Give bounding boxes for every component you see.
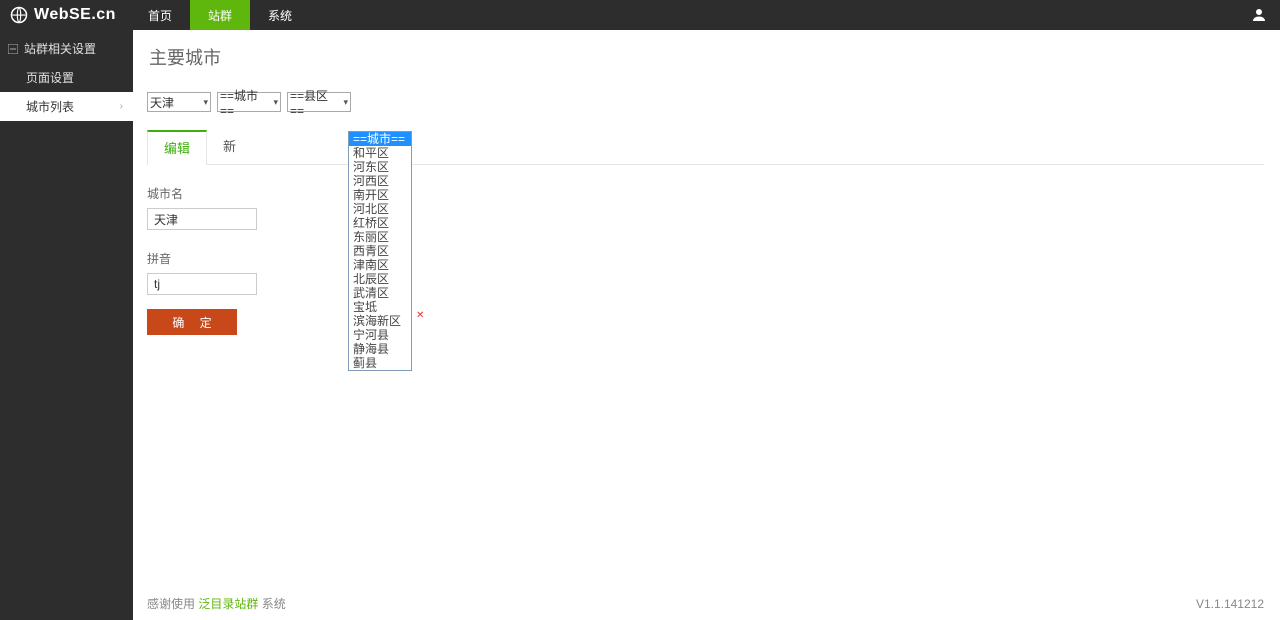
city-option[interactable]: 宁河县 [349, 328, 411, 342]
city-select[interactable]: ==城市== ▾ [217, 92, 281, 112]
city-name-input[interactable] [147, 208, 257, 230]
county-select[interactable]: ==县区== ▾ [287, 92, 351, 112]
close-icon[interactable]: ✕ [416, 310, 424, 321]
collapse-icon [8, 44, 18, 54]
city-select-value: ==城市== [220, 87, 269, 118]
tabs: 编辑 新 [147, 130, 1264, 165]
caret-down-icon: ▾ [203, 97, 208, 108]
footer-brand-link[interactable]: 泛目录站群 [198, 597, 258, 611]
sidebar-group-header[interactable]: 站群相关设置 [0, 30, 133, 63]
province-select[interactable]: 天津 ▾ [147, 92, 211, 112]
pinyin-label: 拼音 [147, 250, 1264, 267]
footer-version: V1.1.141212 [1196, 597, 1264, 611]
city-option[interactable]: 河北区 [349, 202, 411, 216]
city-option[interactable]: 北辰区 [349, 272, 411, 286]
footer-prefix: 感谢使用 [147, 597, 195, 611]
city-option[interactable]: 和平区 [349, 146, 411, 160]
city-option[interactable]: 蓟县 [349, 356, 411, 370]
county-select-value: ==县区== [290, 87, 339, 118]
chevron-right-icon: › [120, 101, 123, 112]
city-option[interactable]: 河西区 [349, 174, 411, 188]
footer: 感谢使用 泛目录站群 系统 V1.1.141212 [147, 587, 1264, 620]
tab-new[interactable]: 新 [207, 130, 252, 164]
page-title: 主要城市 [147, 44, 1264, 70]
globe-icon [10, 6, 28, 24]
submit-button[interactable]: 确 定 [147, 309, 237, 335]
region-selects: 天津 ▾ ==城市== ▾ ==县区== ▾ [147, 92, 1264, 112]
city-option[interactable]: 西青区 [349, 244, 411, 258]
city-option[interactable]: 河东区 [349, 160, 411, 174]
city-option[interactable]: 津南区 [349, 258, 411, 272]
province-select-value: 天津 [150, 94, 174, 111]
brand-text: WebSE.cn [34, 6, 116, 24]
city-option[interactable]: 宝坻 [349, 300, 411, 314]
content-area: 主要城市 天津 ▾ ==城市== ▾ ==县区== ▾ 编辑 新 城市名 拼音 … [133, 30, 1280, 620]
city-option[interactable]: 红桥区 [349, 216, 411, 230]
city-name-label: 城市名 [147, 185, 1264, 202]
user-menu[interactable] [1238, 0, 1280, 30]
caret-down-icon: ▾ [343, 97, 348, 108]
nav-sites[interactable]: 站群 [190, 0, 250, 30]
user-icon [1250, 6, 1268, 24]
city-dropdown[interactable]: ==城市==和平区河东区河西区南开区河北区红桥区东丽区西青区津南区北辰区武清区宝… [348, 131, 412, 371]
sidebar-item-city-list[interactable]: 城市列表 › [0, 92, 133, 121]
top-nav: WebSE.cn 首页 站群 系统 [0, 0, 1280, 30]
sidebar-group-title: 站群相关设置 [24, 40, 96, 57]
brand-logo[interactable]: WebSE.cn [0, 0, 130, 30]
sidebar-item-label: 城市列表 [26, 98, 74, 115]
city-option[interactable]: 东丽区 [349, 230, 411, 244]
city-option[interactable]: 武清区 [349, 286, 411, 300]
tab-edit[interactable]: 编辑 [147, 130, 207, 165]
footer-suffix: 系统 [262, 597, 286, 611]
city-option[interactable]: 静海县 [349, 342, 411, 356]
sidebar-item-page-settings[interactable]: 页面设置 [0, 63, 133, 92]
city-option[interactable]: 南开区 [349, 188, 411, 202]
nav-system[interactable]: 系统 [250, 0, 310, 30]
sidebar: 站群相关设置 页面设置 城市列表 › [0, 30, 133, 620]
city-option[interactable]: 滨海新区 [349, 314, 411, 328]
city-option[interactable]: ==城市== [349, 132, 411, 146]
caret-down-icon: ▾ [273, 97, 278, 108]
nav-home[interactable]: 首页 [130, 0, 190, 30]
pinyin-input[interactable] [147, 273, 257, 295]
